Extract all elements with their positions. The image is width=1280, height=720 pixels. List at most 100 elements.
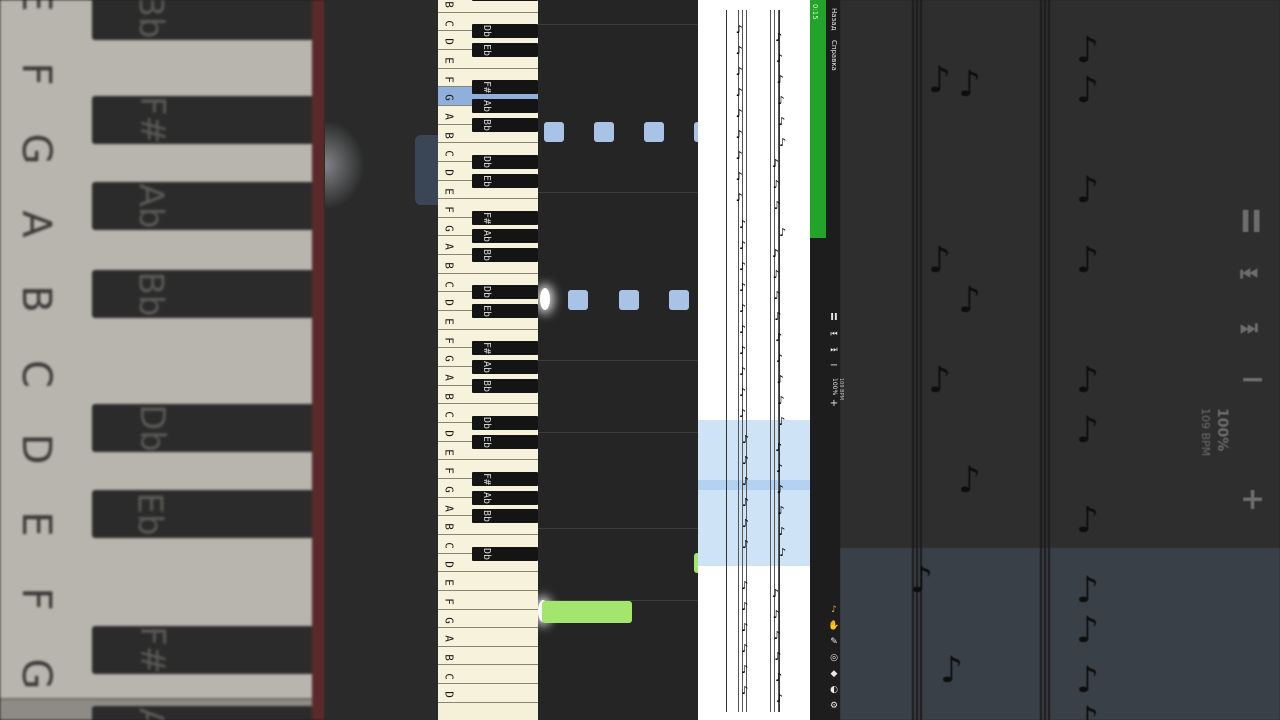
piano-keyboard[interactable]: B C D E F G A B C D E F G A B C D E F G A B C D E F G A B C D E F G A B C D Bb… bbox=[438, 0, 538, 720]
metronome-button[interactable]: ♪ bbox=[827, 604, 841, 616]
black-key-eb[interactable]: Eb bbox=[472, 434, 538, 449]
score-note: ♪ bbox=[739, 344, 747, 357]
black-key-ab[interactable]: Ab bbox=[472, 490, 538, 505]
black-key-fsharp[interactable]: F# bbox=[472, 341, 538, 356]
score-note: ♪ bbox=[775, 671, 783, 684]
black-key-fsharp[interactable]: F# bbox=[472, 210, 538, 225]
black-key-fsharp[interactable]: F# bbox=[472, 80, 538, 95]
hands-button[interactable]: ✋ bbox=[827, 620, 841, 632]
black-key-db[interactable]: Db bbox=[472, 285, 538, 300]
falling-note bbox=[644, 122, 664, 142]
black-key-db[interactable]: Db bbox=[472, 546, 538, 561]
bg-black-key-label: Ab bbox=[130, 183, 171, 229]
white-key-f[interactable]: F bbox=[438, 590, 538, 610]
black-key-eb[interactable]: Eb bbox=[472, 304, 538, 319]
bg-staff-line bbox=[1044, 0, 1046, 720]
bg-pause-label: II bbox=[1240, 205, 1263, 240]
black-key-eb[interactable]: Eb bbox=[472, 42, 538, 57]
black-key-bb[interactable]: Bb bbox=[472, 248, 538, 263]
black-key-bb[interactable]: Bb bbox=[472, 0, 538, 1]
skip-forward-button[interactable]: ⏭ bbox=[827, 344, 841, 356]
score-note: ♪ bbox=[735, 44, 743, 57]
tempo-plus-button[interactable]: + bbox=[827, 398, 841, 410]
black-key-ab[interactable]: Ab bbox=[472, 360, 538, 375]
white-key-e[interactable]: E bbox=[438, 572, 538, 591]
bg-staff-line bbox=[1040, 0, 1042, 720]
score-note: ♪ bbox=[739, 365, 747, 378]
score-note: ♪ bbox=[735, 107, 743, 120]
score-note: ♪ bbox=[772, 608, 780, 621]
note-lane-margin bbox=[325, 0, 438, 720]
blurred-score-background: II ⏮ ⏭ − 100% 109 BPM + ♪ ♪ ♪ ♪ ♪ ♪ ♪ ♪ ♪ ♪ ♪ ♪ ♪ ♪ ♪ ♪… bbox=[840, 0, 1280, 720]
staff-line bbox=[770, 205, 771, 420]
score-note: ♪ bbox=[777, 504, 785, 517]
white-key-c[interactable]: C bbox=[438, 665, 538, 685]
black-key-label: Ab bbox=[481, 99, 493, 112]
note-shadow bbox=[415, 135, 438, 205]
bg-white-key-label: G bbox=[13, 133, 59, 165]
white-key-label: B bbox=[442, 131, 456, 139]
bg-score-note: ♪ bbox=[958, 280, 981, 321]
white-key-b[interactable]: B bbox=[438, 646, 538, 666]
settings-button[interactable]: ⚙ bbox=[827, 700, 841, 712]
white-key-label: F bbox=[442, 75, 456, 83]
staff-line bbox=[770, 10, 771, 205]
score-note: ♪ bbox=[776, 462, 784, 475]
score-note: ♪ bbox=[741, 600, 749, 613]
black-key-bb[interactable]: Bb bbox=[472, 509, 538, 524]
black-key-label: Ab bbox=[481, 230, 493, 243]
sound-button[interactable]: ◆ bbox=[827, 668, 841, 680]
white-key-a[interactable]: A bbox=[438, 628, 538, 647]
white-key-label: A bbox=[442, 113, 456, 120]
score-note: ♪ bbox=[735, 86, 743, 99]
white-key-label: D bbox=[442, 38, 456, 46]
key-spark bbox=[540, 288, 550, 310]
bg-white-key-label: E bbox=[13, 0, 59, 21]
white-key-label: E bbox=[442, 318, 456, 325]
white-key-label: D bbox=[442, 560, 456, 568]
lane-line bbox=[538, 360, 698, 361]
black-key-label: Eb bbox=[481, 174, 493, 187]
white-key-label: G bbox=[442, 616, 456, 624]
lane-line bbox=[538, 432, 698, 433]
black-key-bb[interactable]: Bb bbox=[472, 117, 538, 132]
back-button[interactable]: Назад bbox=[830, 8, 838, 30]
black-key-db[interactable]: Db bbox=[472, 154, 538, 169]
bg-score-note: ♪ bbox=[910, 560, 933, 601]
falling-note bbox=[669, 290, 689, 310]
white-key-g[interactable]: G bbox=[438, 609, 538, 629]
bg-black-key bbox=[92, 182, 314, 230]
score-note: ♪ bbox=[739, 218, 747, 231]
settings-icon: ⚙ bbox=[829, 701, 839, 711]
black-key-db[interactable]: Db bbox=[472, 24, 538, 39]
pause-button[interactable]: II bbox=[827, 312, 841, 324]
visibility-button[interactable]: ◐ bbox=[827, 684, 841, 696]
help-button[interactable]: Справка bbox=[830, 40, 838, 71]
black-key-eb[interactable]: Eb bbox=[472, 173, 538, 188]
black-key-ab[interactable]: Ab bbox=[472, 98, 538, 113]
skip-back-button[interactable]: ⏮ bbox=[827, 328, 841, 340]
white-key-label: C bbox=[442, 280, 456, 288]
score-note: ♪ bbox=[741, 579, 749, 592]
black-key-ab[interactable]: Ab bbox=[472, 229, 538, 244]
white-key-b[interactable]: B bbox=[438, 0, 538, 13]
black-key-db[interactable]: Db bbox=[472, 416, 538, 430]
black-key-label: F# bbox=[481, 472, 493, 485]
white-key-d[interactable]: D bbox=[438, 684, 538, 703]
bg-score-note: ♪ bbox=[928, 60, 951, 101]
score-note: ♪ bbox=[742, 433, 750, 446]
tempo-bpm: 109 BPM bbox=[838, 378, 844, 400]
black-key-fsharp[interactable]: F# bbox=[472, 471, 538, 486]
black-key-label: Eb bbox=[481, 305, 493, 318]
pencil-button[interactable]: ✎ bbox=[827, 636, 841, 648]
white-key-label: B bbox=[442, 392, 456, 400]
bg-white-key-label: A bbox=[13, 210, 59, 238]
bg-score-note: ♪ bbox=[1076, 410, 1099, 451]
bg-black-key bbox=[92, 270, 314, 318]
loop-button[interactable]: ◎ bbox=[827, 652, 841, 664]
tempo-minus-button[interactable]: − bbox=[827, 360, 841, 372]
bg-skip-back-icon: ⏮ bbox=[1240, 262, 1258, 286]
black-key-bb[interactable]: Bb bbox=[472, 378, 538, 393]
bg-score-note: ♪ bbox=[958, 460, 981, 501]
progress-bar[interactable] bbox=[810, 0, 826, 238]
